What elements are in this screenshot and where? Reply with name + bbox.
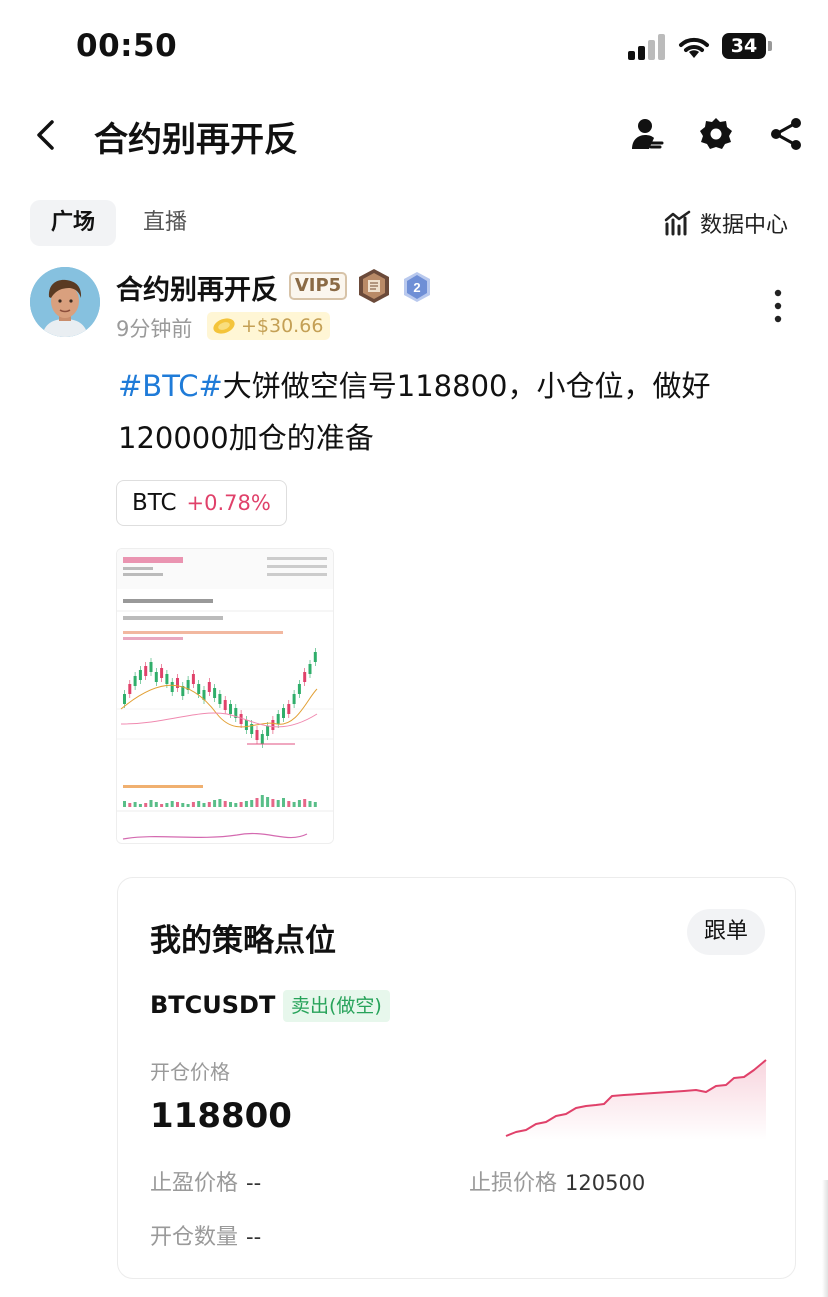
- edge-shadow: [822, 1180, 828, 1297]
- hashtag-link[interactable]: #BTC#: [118, 369, 223, 403]
- quantity-value: --: [246, 1225, 262, 1249]
- tab-live[interactable]: 直播: [130, 200, 200, 246]
- battery-icon: 34: [722, 33, 772, 59]
- wifi-icon: [679, 37, 709, 58]
- stop-loss-row: 止损价格 120500: [469, 1165, 645, 1197]
- price-sparkline: [505, 1059, 767, 1140]
- quantity-label: 开仓数量: [150, 1225, 239, 1250]
- stop-loss-label: 止损价格: [469, 1171, 558, 1196]
- status-bar: 00:50 34: [0, 0, 828, 90]
- quantity-row: 开仓数量 --: [150, 1219, 261, 1251]
- take-profit-label: 止盈价格: [150, 1171, 239, 1196]
- strategy-card: 我的策略点位 跟单 BTCUSDT 卖出(做空) 开仓价格 118800 止盈价…: [117, 877, 796, 1279]
- avatar[interactable]: [30, 267, 100, 337]
- data-center-label: 数据中心: [700, 213, 789, 238]
- tab-square[interactable]: 广场: [30, 200, 116, 246]
- coin-icon: [213, 318, 235, 334]
- trading-symbol: BTCUSDT: [150, 991, 276, 1019]
- entry-price-label: 开仓价格: [150, 1060, 230, 1084]
- cellular-signal-icon: [628, 34, 666, 60]
- side-badge: 卖出(做空): [283, 990, 390, 1022]
- status-time: 00:50: [76, 28, 178, 64]
- take-profit-row: 止盈价格 --: [150, 1165, 261, 1197]
- chart-image[interactable]: [116, 548, 334, 844]
- vip-badge: VIP5: [289, 272, 347, 300]
- follow-trade-button[interactable]: 跟单: [687, 909, 765, 955]
- header: 合约别再开反: [0, 100, 828, 170]
- more-vertical-icon[interactable]: [768, 288, 788, 324]
- level-badge: 2: [404, 272, 430, 302]
- profit-badge: +$30.66: [207, 312, 331, 340]
- profit-value: +$30.66: [241, 315, 324, 337]
- stop-loss-value: 120500: [565, 1171, 646, 1195]
- share-icon[interactable]: [768, 116, 804, 152]
- gear-icon[interactable]: [698, 116, 734, 152]
- take-profit-value: --: [246, 1171, 262, 1195]
- coin-name: BTC: [132, 490, 177, 516]
- strategy-title: 我的策略点位: [150, 923, 336, 959]
- level-number: 2: [413, 280, 420, 295]
- post-text: #BTC#大饼做空信号118800，小仓位，做好120000加仓的准备: [118, 360, 798, 464]
- back-icon[interactable]: [28, 116, 64, 154]
- chart-icon: [664, 210, 691, 236]
- page-title: 合约别再开反: [94, 120, 298, 160]
- user-icon[interactable]: [629, 116, 665, 152]
- coin-tag[interactable]: BTC +0.78%: [116, 480, 287, 526]
- coin-change: +0.78%: [186, 491, 271, 515]
- author-name[interactable]: 合约别再开反: [116, 268, 278, 307]
- data-center-link[interactable]: 数据中心: [664, 206, 788, 240]
- rank-badge-icon: [359, 269, 389, 303]
- battery-level: 34: [722, 33, 766, 59]
- entry-price-value: 118800: [150, 1096, 292, 1136]
- post-time: 9分钟前: [116, 317, 193, 341]
